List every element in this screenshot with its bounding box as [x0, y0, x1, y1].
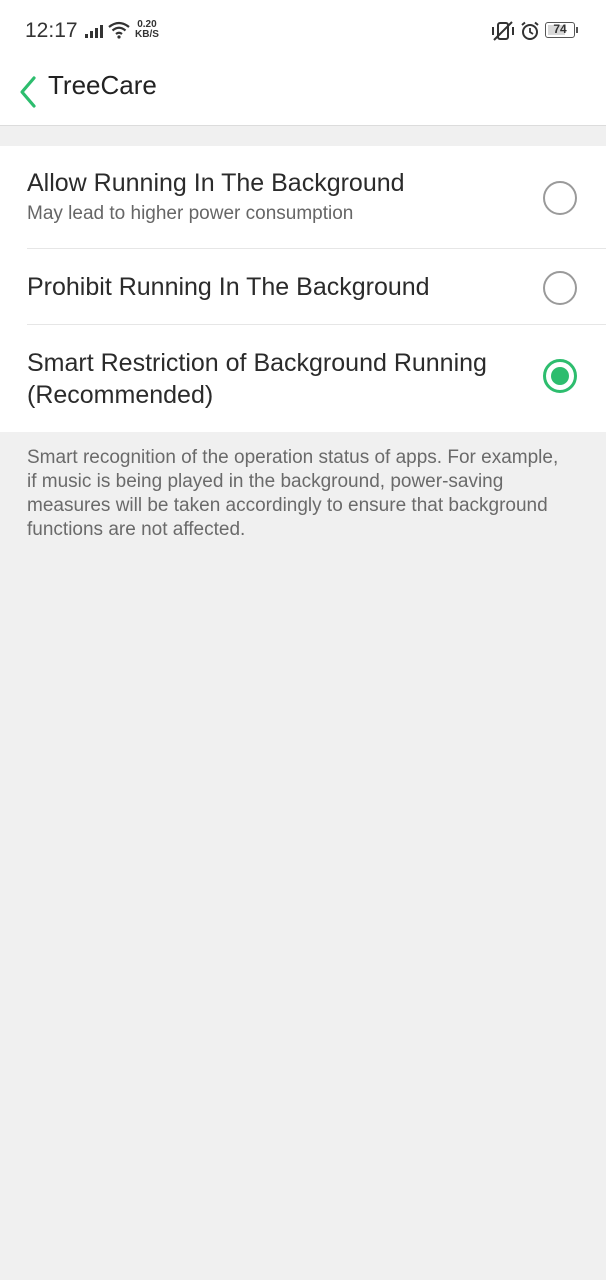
option-title: Prohibit Running In The Background: [27, 273, 430, 301]
radio-button-selected[interactable]: [543, 359, 577, 393]
app-bar: TreeCare: [0, 62, 606, 126]
network-speed-unit: KB/S: [135, 29, 159, 40]
status-time: 12:17: [25, 19, 78, 42]
network-speed: 0.20 KB/S: [135, 20, 159, 40]
option-title: Allow Running In The Background: [27, 169, 405, 197]
battery-tip: [576, 27, 578, 33]
back-button[interactable]: [14, 70, 46, 114]
battery-level: 74: [553, 22, 567, 36]
option-title: Smart Restriction of Background Running …: [27, 349, 487, 409]
cellular-signal-icon: [85, 25, 103, 38]
alarm-icon: [521, 21, 539, 40]
wifi-icon: [108, 21, 130, 39]
status-bar: 12:17 0.20 KB/S 74: [0, 0, 606, 62]
option-subtitle: May lead to higher power consumption: [27, 203, 354, 224]
option-prohibit-background[interactable]: Prohibit Running In The Background: [0, 248, 606, 325]
page-title: TreeCare: [48, 70, 157, 100]
background-options-list: Allow Running In The Background May lead…: [0, 146, 606, 432]
vibrate-icon: [492, 21, 514, 41]
battery-icon: 74: [545, 22, 575, 38]
radio-button[interactable]: [543, 181, 577, 215]
option-description: Smart recognition of the operation statu…: [27, 447, 559, 540]
option-allow-background[interactable]: Allow Running In The Background May lead…: [0, 146, 606, 248]
radio-selected-dot: [551, 367, 569, 385]
chevron-left-icon: [20, 76, 36, 108]
option-smart-restriction[interactable]: Smart Restriction of Background Running …: [0, 325, 606, 432]
radio-button[interactable]: [543, 271, 577, 305]
